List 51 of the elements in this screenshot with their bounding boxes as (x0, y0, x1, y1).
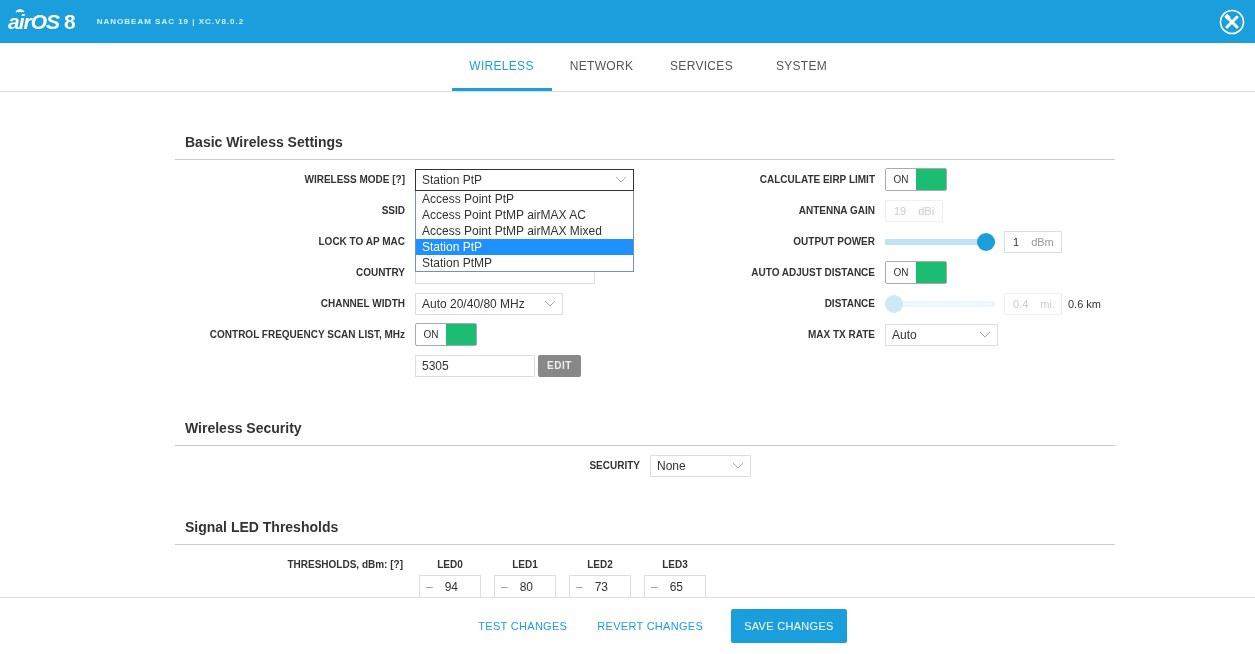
dropdown-option[interactable]: Station PtMP (416, 254, 633, 271)
toggle-switch[interactable]: ON (885, 168, 947, 191)
field-label: MAX TX RATE (806, 329, 875, 340)
logo-text: airOS (8, 9, 60, 34)
number-field[interactable]: – 80 (494, 575, 556, 597)
tools-icon[interactable] (1219, 8, 1245, 35)
dropdown-option[interactable]: Access Point PtMP airMAX AC (416, 206, 633, 223)
dropdown-select[interactable]: None (650, 454, 751, 477)
toggle-switch[interactable]: ON (885, 261, 947, 284)
caret-icon (544, 300, 556, 307)
column-header: LED0 (437, 559, 463, 570)
field-label: COUNTRY (354, 267, 405, 278)
dropdown-select[interactable]: Auto 20/40/80 MHz (415, 292, 563, 315)
column-header: LED1 (512, 559, 538, 570)
toggle-switch[interactable]: ON (415, 323, 477, 346)
caret-icon (979, 331, 991, 338)
text-field[interactable]: 5305 (415, 354, 535, 377)
tab[interactable]: SYSTEM (751, 43, 852, 91)
dropdown-option[interactable]: Access Point PtMP airMAX Mixed (416, 222, 633, 239)
logo-version: 8 (64, 9, 75, 34)
dropdown-select[interactable]: Auto (885, 323, 998, 346)
column-header: LED2 (587, 559, 613, 570)
distance-reading: 0.6 km (1068, 297, 1101, 310)
field-label: THRESHOLDS, dBm: [?] (286, 559, 403, 572)
field-label: WIRELESS MODE [?] (303, 174, 405, 185)
column-header: LED3 (662, 559, 688, 570)
field-label: ANTENNA GAIN (797, 205, 875, 216)
section-title: Signal LED Thresholds (175, 517, 1115, 545)
dropdown-select[interactable]: Station PtP (415, 168, 634, 191)
section-title: Wireless Security (175, 418, 1115, 446)
field-label: SECURITY (588, 460, 640, 471)
section-title: Basic Wireless Settings (175, 132, 1115, 160)
number-field[interactable]: – 65 (644, 575, 706, 597)
field-label: OUTPUT POWER (792, 236, 875, 247)
field-label: DISTANCE (823, 298, 875, 309)
tab[interactable]: NETWORK (551, 43, 652, 91)
field-label: CONTROL FREQUENCY SCAN LIST, MHz (208, 329, 405, 340)
field-label: CALCULATE EIRP LIMIT (758, 174, 875, 185)
number-field[interactable]: 1 dBm (1004, 230, 1062, 253)
device-name: NANOBEAM SAC 19 | XC.V8.0.2 (96, 17, 245, 26)
slider-thumb[interactable] (977, 232, 995, 251)
number-field[interactable]: – 94 (419, 575, 481, 597)
field-label: AUTO ADJUST DISTANCE (750, 267, 875, 278)
tab[interactable]: SERVICES (651, 43, 752, 91)
dropdown-option[interactable]: Access Point PtP (416, 190, 633, 207)
caret-icon (732, 462, 744, 469)
field-label: LOCK TO AP MAC (317, 236, 405, 247)
number-field[interactable]: – 73 (569, 575, 631, 597)
field-label: CHANNEL WIDTH (319, 298, 405, 309)
field-label: SSID (380, 205, 405, 216)
caret-icon (615, 176, 627, 183)
